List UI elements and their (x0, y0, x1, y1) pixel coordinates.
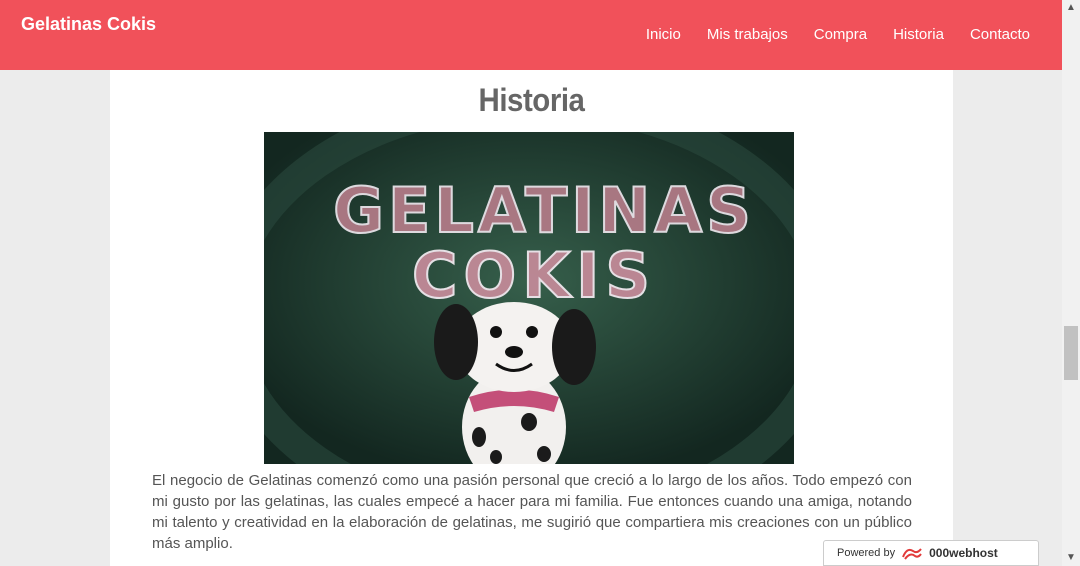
site-brand[interactable]: Gelatinas Cokis (21, 14, 156, 35)
main-content: Historia GELATINAS COKIS El negocio de G… (110, 70, 953, 566)
gelatin-photo-illustration: GELATINAS COKIS (264, 132, 794, 464)
webhost-logo-icon (902, 548, 922, 560)
top-navbar: Gelatinas Cokis Inicio Mis trabajos Comp… (0, 0, 1062, 70)
powered-by-label: Powered by (837, 547, 896, 559)
chevron-up-icon[interactable]: ▲ (1062, 0, 1080, 16)
powered-by-badge[interactable]: Powered by 000webhost (823, 540, 1039, 566)
nav-link-historia[interactable]: Historia (893, 26, 944, 43)
nav-link-contacto[interactable]: Contacto (970, 26, 1030, 43)
nav-menu: Inicio Mis trabajos Compra Historia Cont… (646, 26, 1030, 43)
page-title: Historia (478, 82, 585, 118)
host-name: 000webhost (929, 546, 998, 560)
scroll-thumb[interactable] (1064, 326, 1078, 380)
nav-link-mis-trabajos[interactable]: Mis trabajos (707, 26, 788, 43)
nav-link-compra[interactable]: Compra (814, 26, 867, 43)
nav-link-inicio[interactable]: Inicio (646, 26, 681, 43)
gelatin-photo: GELATINAS COKIS (264, 132, 794, 464)
chevron-down-icon[interactable]: ▼ (1062, 550, 1080, 566)
photo-text-line-2: COKIS (412, 239, 656, 312)
history-paragraph: El negocio de Gelatinas comenzó como una… (152, 472, 912, 552)
photo-text-line-1: GELATINAS (333, 174, 755, 247)
vertical-scrollbar[interactable]: ▲ ▼ (1062, 0, 1080, 566)
